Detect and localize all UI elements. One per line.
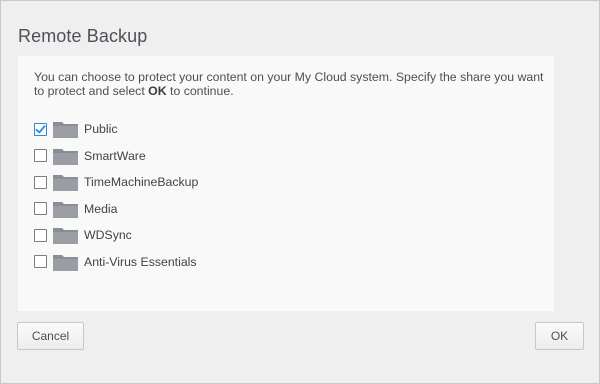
remote-backup-dialog: Remote Backup You can choose to protect … [0, 0, 600, 384]
share-checkbox[interactable] [34, 202, 47, 216]
folder-icon [52, 146, 79, 166]
ok-button[interactable]: OK [535, 322, 584, 350]
folder-icon [52, 172, 79, 192]
share-checkbox[interactable] [34, 149, 47, 163]
dialog-description: You can choose to protect your content o… [34, 70, 544, 98]
share-label: Media [84, 201, 118, 216]
share-label: WDSync [84, 228, 132, 243]
content-panel: You can choose to protect your content o… [18, 56, 554, 311]
share-checkbox[interactable] [34, 228, 47, 242]
description-text-end: to continue. [166, 84, 234, 98]
folder-icon [52, 119, 79, 139]
checkmark-icon [35, 125, 46, 134]
cancel-button[interactable]: Cancel [17, 322, 84, 350]
share-item[interactable]: Media [34, 196, 294, 223]
share-label: Anti-Virus Essentials [84, 254, 197, 269]
description-ok-emphasis: OK [148, 84, 167, 98]
share-item[interactable]: TimeMachineBackup [34, 169, 294, 196]
share-label: SmartWare [84, 148, 146, 163]
description-text: You can choose to protect your content o… [34, 70, 544, 98]
share-item[interactable]: WDSync [34, 222, 294, 249]
share-checkbox[interactable] [34, 175, 47, 189]
share-checkbox[interactable] [34, 255, 47, 269]
share-item[interactable]: Public [34, 116, 294, 143]
share-item[interactable]: SmartWare [34, 143, 294, 170]
share-list: Public SmartWare TimeMachineBackup Media WDS… [34, 116, 294, 275]
share-label: Public [84, 122, 118, 137]
folder-icon [52, 199, 79, 219]
folder-icon [52, 225, 79, 245]
share-item[interactable]: Anti-Virus Essentials [34, 249, 294, 276]
share-label: TimeMachineBackup [84, 175, 199, 190]
share-checkbox[interactable] [34, 122, 47, 136]
dialog-title: Remote Backup [18, 26, 148, 46]
folder-icon [52, 252, 79, 272]
